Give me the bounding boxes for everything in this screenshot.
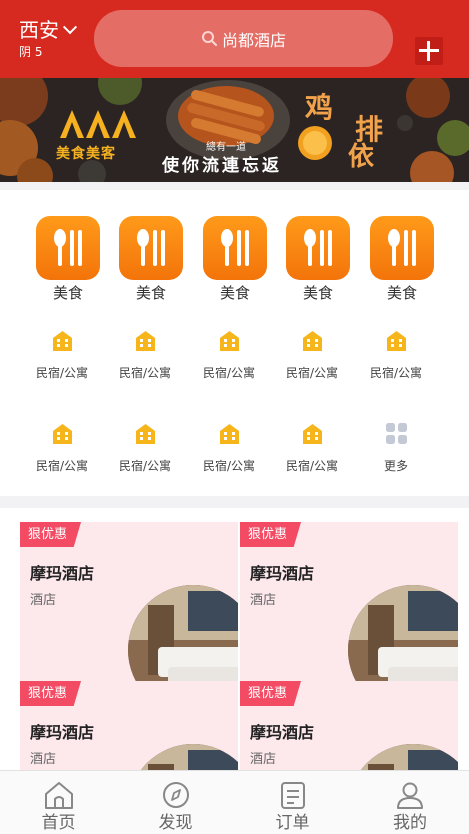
category-food-4[interactable]: 美食 [286,216,350,302]
compass-icon [161,780,191,810]
fork-spoon-icon [370,216,434,280]
hotel-name: 摩玛酒店 [30,723,95,742]
deal-card[interactable]: 狠优惠 摩玛酒店 酒店 [240,522,458,682]
category-label: 美食 [219,284,250,302]
category-homestay-1[interactable]: 民宿/公寓 [22,330,102,380]
category-label: 民宿/公寓 [35,366,89,380]
tab-label: 首页 [41,813,76,833]
tab-label: 发现 [158,813,193,833]
house-icon [219,423,240,445]
tab-label: 我的 [393,813,427,833]
tab-home[interactable]: 首页 [0,771,117,834]
brand-logo [60,110,136,138]
city-name: 西安 [19,18,59,42]
house-icon [52,423,73,445]
tab-orders[interactable]: 订单 [234,771,351,834]
house-icon [52,330,73,352]
house-icon [219,330,240,352]
order-icon [278,780,308,810]
banner-slogan: 使你流連忘返 [162,156,282,176]
discount-tag: 狠优惠 [20,522,82,547]
fork-spoon-icon [203,216,267,280]
hotel-type: 酒店 [30,593,57,608]
chevron-down-icon [62,20,78,35]
grid-icon [385,423,407,445]
hotel-name: 摩玛酒店 [250,564,315,583]
category-label: 民宿/公寓 [202,459,256,473]
hotel-name: 摩玛酒店 [250,723,315,742]
search-icon [201,30,218,47]
search-placeholder: 尚都酒店 [221,30,286,50]
category-label: 美食 [52,284,83,302]
category-label: 民宿/公寓 [118,459,172,473]
category-homestay-2[interactable]: 民宿/公寓 [105,330,185,380]
search-bar[interactable]: 尚都酒店 [94,10,393,67]
weather-text: 阴 5 [19,45,43,59]
banner-title-char-3: 依 [348,142,375,172]
hotel-room-photo [128,585,238,682]
category-label: 民宿/公寓 [118,366,172,380]
brand-name: 美食美客 [56,146,116,162]
category-label: 民宿/公寓 [285,459,339,473]
category-homestay-7[interactable]: 民宿/公寓 [105,423,185,473]
discount-tag: 狠优惠 [20,681,82,706]
category-label: 更多 [383,459,408,473]
promo-banner[interactable]: 美食美客 總有一道 使你流連忘返 鸡 排 依 [0,78,469,182]
app-screen: 西安 阴 5 尚都酒店 美食美客 總有一道 使你流連忘返 鸡 排 依 美食 美食… [0,0,469,834]
category-label: 民宿/公寓 [35,459,89,473]
city-selector[interactable]: 西安 [19,18,78,42]
fork-spoon-icon [119,216,183,280]
deals-section: 狠优惠 摩玛酒店 酒店 狠优惠 摩玛酒店 酒店 狠优惠 摩玛酒店 酒店 狠优惠 … [0,508,469,770]
hotel-type: 酒店 [250,752,277,767]
discount-tag: 狠优惠 [240,522,302,547]
category-label: 民宿/公寓 [285,366,339,380]
house-icon [135,330,156,352]
category-homestay-4[interactable]: 民宿/公寓 [272,330,352,380]
hotel-name: 摩玛酒店 [30,564,95,583]
banner-title-char-1: 鸡 [305,91,334,124]
hotel-room-photo [348,744,458,770]
fork-spoon-icon [286,216,350,280]
home-icon [44,780,74,810]
category-homestay-5[interactable]: 民宿/公寓 [356,330,436,380]
category-more[interactable]: 更多 [356,423,436,473]
category-label: 民宿/公寓 [369,366,423,380]
top-header: 西安 阴 5 尚都酒店 [0,0,469,78]
hotel-type: 酒店 [250,593,277,608]
hotel-room-photo [128,744,238,770]
category-label: 美食 [302,284,333,302]
deal-card[interactable]: 狠优惠 摩玛酒店 酒店 [240,681,458,770]
house-icon [302,330,323,352]
category-food-1[interactable]: 美食 [36,216,100,302]
category-homestay-9[interactable]: 民宿/公寓 [272,423,352,473]
deal-card[interactable]: 狠优惠 摩玛酒店 酒店 [20,522,238,682]
tab-profile[interactable]: 我的 [351,771,469,834]
tab-label: 订单 [275,813,310,833]
add-button[interactable] [415,37,443,65]
category-label: 美食 [386,284,417,302]
category-label: 美食 [135,284,166,302]
category-homestay-8[interactable]: 民宿/公寓 [189,423,269,473]
hotel-room-photo [348,585,458,682]
house-icon [386,330,407,352]
category-homestay-6[interactable]: 民宿/公寓 [22,423,102,473]
category-food-2[interactable]: 美食 [119,216,183,302]
discount-tag: 狠优惠 [240,681,302,706]
hotel-type: 酒店 [30,752,57,767]
bottom-tab-bar: 首页 发现 订单 我的 [0,770,469,834]
profile-icon [395,780,425,810]
category-grid: 美食 美食 美食 美食 美食 民宿/公寓 民宿/公寓 民宿/公寓 民宿/公寓 民… [0,190,469,496]
tab-discover[interactable]: 发现 [117,771,234,834]
house-icon [135,423,156,445]
category-label: 民宿/公寓 [202,366,256,380]
category-food-5[interactable]: 美食 [370,216,434,302]
fork-spoon-icon [36,216,100,280]
category-food-3[interactable]: 美食 [203,216,267,302]
deal-card[interactable]: 狠优惠 摩玛酒店 酒店 [20,681,238,770]
category-homestay-3[interactable]: 民宿/公寓 [189,330,269,380]
house-icon [302,423,323,445]
